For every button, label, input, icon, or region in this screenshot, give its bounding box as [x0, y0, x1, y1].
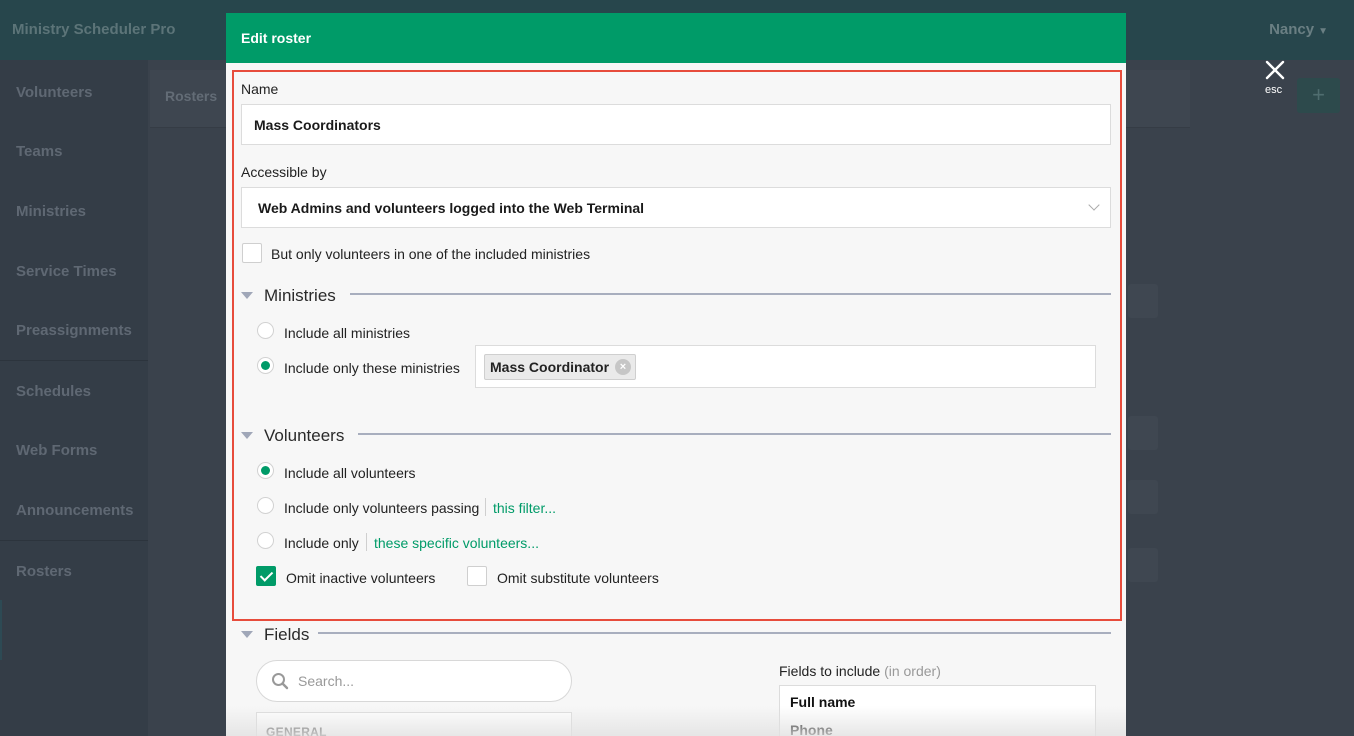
- omit-inactive-checkbox[interactable]: [256, 566, 276, 586]
- modal-title: Edit roster: [241, 30, 312, 46]
- close-esc-label[interactable]: esc: [1265, 84, 1282, 96]
- modal-header: Edit roster: [226, 13, 1126, 63]
- section-divider: [350, 293, 1111, 295]
- collapse-caret-icon[interactable]: [241, 292, 253, 299]
- this-filter-link[interactable]: this filter...: [493, 500, 556, 516]
- sidebar: Volunteers Teams Ministries Service Time…: [0, 60, 148, 736]
- only-included-ministries-checkbox[interactable]: [242, 243, 262, 263]
- ministry-tag: Mass Coordinator ×: [484, 354, 637, 380]
- chevron-down-icon: ▼: [1318, 26, 1328, 37]
- roster-row-menu[interactable]: [1128, 548, 1158, 582]
- accessible-by-select[interactable]: Web Admins and volunteers logged into th…: [241, 187, 1111, 228]
- sidebar-divider: [0, 540, 148, 541]
- ministries-tag-input[interactable]: Mass Coordinator ×: [475, 345, 1096, 388]
- section-divider: [318, 632, 1111, 634]
- name-input-value: Mass Coordinators: [254, 117, 381, 133]
- field-group-header: GENERAL: [266, 725, 327, 736]
- omit-substitute-label[interactable]: Omit substitute volunteers: [497, 570, 659, 586]
- included-field-item[interactable]: Full name: [790, 694, 855, 710]
- chevron-down-icon: [1088, 199, 1100, 211]
- included-fields-list[interactable]: Full name Phone: [779, 685, 1096, 736]
- roster-row-menu[interactable]: [1128, 284, 1158, 318]
- available-fields-list[interactable]: GENERAL: [256, 712, 572, 736]
- accessible-by-label: Accessible by: [241, 164, 327, 180]
- close-icon[interactable]: [1262, 57, 1288, 83]
- include-all-ministries-label[interactable]: Include all ministries: [284, 325, 410, 341]
- roster-row-menu[interactable]: [1128, 480, 1158, 514]
- sidebar-item-ministries[interactable]: Ministries: [16, 203, 86, 220]
- search-icon: [272, 673, 289, 690]
- roster-row-menu[interactable]: [1128, 416, 1158, 450]
- sidebar-item-preassignments[interactable]: Preassignments: [16, 322, 132, 339]
- sidebar-item-teams[interactable]: Teams: [16, 143, 62, 160]
- include-filter-volunteers-label[interactable]: Include only volunteers passing: [284, 500, 479, 516]
- include-all-volunteers-label[interactable]: Include all volunteers: [284, 465, 416, 481]
- sidebar-item-volunteers[interactable]: Volunteers: [16, 84, 92, 101]
- app-title: Ministry Scheduler Pro: [12, 21, 176, 38]
- remove-tag-icon[interactable]: ×: [615, 359, 632, 375]
- sidebar-item-service-times[interactable]: Service Times: [16, 263, 117, 280]
- include-specific-volunteers-radio[interactable]: [257, 532, 274, 549]
- section-divider: [358, 433, 1111, 435]
- sidebar-item-web-forms[interactable]: Web Forms: [16, 442, 97, 459]
- name-input[interactable]: Mass Coordinators: [241, 104, 1111, 145]
- user-menu[interactable]: Nancy ▼: [1269, 21, 1328, 38]
- include-all-ministries-radio[interactable]: [257, 322, 274, 339]
- only-included-ministries-label[interactable]: But only volunteers in one of the includ…: [271, 246, 590, 262]
- include-filter-volunteers-radio[interactable]: [257, 497, 274, 514]
- include-all-volunteers-radio[interactable]: [257, 462, 274, 479]
- omit-substitute-checkbox[interactable]: [467, 566, 487, 586]
- included-field-item[interactable]: Phone: [790, 722, 833, 736]
- fields-to-include-label: Fields to include (in order): [779, 663, 941, 679]
- ministry-tag-label: Mass Coordinator: [490, 359, 610, 375]
- separator: [366, 533, 367, 551]
- sidebar-item-rosters[interactable]: Rosters: [16, 563, 72, 580]
- fields-search-input[interactable]: Search...: [256, 660, 572, 702]
- ministries-section-title[interactable]: Ministries: [264, 286, 336, 306]
- fields-section-title[interactable]: Fields: [264, 625, 309, 645]
- accessible-by-value: Web Admins and volunteers logged into th…: [258, 200, 645, 216]
- include-only-ministries-radio[interactable]: [257, 357, 274, 374]
- tab-rosters[interactable]: Rosters: [165, 88, 217, 104]
- include-only-ministries-label[interactable]: Include only these ministries: [284, 360, 460, 376]
- edit-roster-modal: Edit roster Name Mass Coordinators Acces…: [226, 13, 1126, 736]
- fields-to-include-text: Fields to include: [779, 663, 881, 679]
- add-roster-button[interactable]: +: [1297, 78, 1340, 113]
- sidebar-active-indicator: [0, 600, 2, 660]
- fields-to-include-hint: (in order): [884, 663, 941, 679]
- separator: [485, 498, 486, 516]
- specific-volunteers-link[interactable]: these specific volunteers...: [374, 535, 539, 551]
- user-name: Nancy: [1269, 21, 1315, 38]
- name-label: Name: [241, 81, 279, 97]
- volunteers-section-title[interactable]: Volunteers: [264, 426, 344, 446]
- sidebar-divider: [0, 360, 148, 361]
- collapse-caret-icon[interactable]: [241, 432, 253, 439]
- collapse-caret-icon[interactable]: [241, 631, 253, 638]
- sidebar-item-schedules[interactable]: Schedules: [16, 383, 91, 400]
- include-specific-volunteers-label[interactable]: Include only: [284, 535, 359, 551]
- omit-inactive-label[interactable]: Omit inactive volunteers: [286, 570, 435, 586]
- search-placeholder: Search...: [298, 673, 355, 689]
- sidebar-item-announcements[interactable]: Announcements: [16, 502, 134, 519]
